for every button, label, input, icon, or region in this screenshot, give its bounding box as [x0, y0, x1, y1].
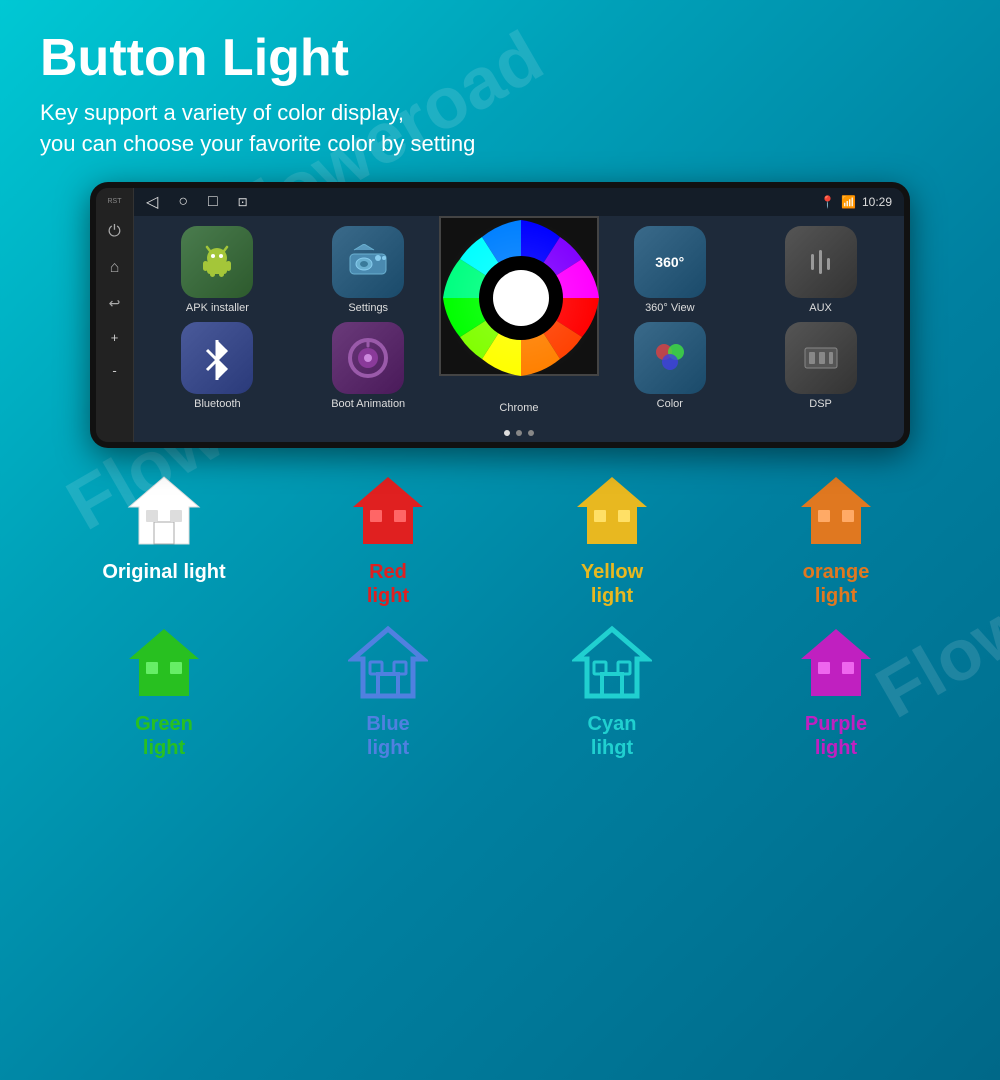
app-item-boot-anim[interactable]: Boot Animation [297, 322, 440, 414]
house-icon-purple [796, 624, 876, 704]
original-label: Original light [102, 560, 225, 584]
status-right: 📍 📶 10:29 [820, 195, 892, 209]
app-item-aux[interactable]: AUX [749, 226, 892, 314]
page-dots [134, 424, 904, 442]
light-item-blue[interactable]: Bluelight [284, 624, 492, 760]
aux-icon [785, 226, 857, 298]
app-item-bluetooth[interactable]: Bluetooth [146, 322, 289, 414]
bluetooth-icon [181, 322, 253, 394]
lights-grid: Original light Redlight Yellowlight [40, 472, 960, 760]
view360-label: 360° View [645, 302, 694, 314]
purple-label: Purplelight [805, 712, 867, 760]
apk-label: APK installer [186, 302, 249, 314]
vol-down-button[interactable]: - [112, 363, 116, 378]
screen-inner: RST ⏻ ⌂ ↩ + - ◁ ○ □ ⊡ 📍 [96, 188, 904, 442]
aux-label: AUX [809, 302, 832, 314]
dsp-icon [785, 322, 857, 394]
house-icon-original [124, 472, 204, 552]
car-screen: RST ⏻ ⌂ ↩ + - ◁ ○ □ ⊡ 📍 [90, 182, 910, 448]
side-buttons-panel: RST ⏻ ⌂ ↩ + - [96, 188, 134, 442]
signal-icon: 📶 [841, 195, 856, 209]
page-dot-3[interactable] [528, 430, 534, 436]
boot-anim-icon [332, 322, 404, 394]
android-screen: ◁ ○ □ ⊡ 📍 📶 10:29 [134, 188, 904, 442]
back-button[interactable]: ↩ [109, 295, 121, 312]
light-item-cyan[interactable]: Cyanlihgt [508, 624, 716, 760]
rst-button[interactable]: RST [108, 198, 122, 205]
recents-nav-icon[interactable]: □ [208, 193, 218, 211]
color-wheel-popup[interactable] [448, 226, 591, 414]
home-button[interactable]: ⌂ [110, 259, 120, 277]
page-title: Button Light [40, 28, 960, 88]
light-item-green[interactable]: Greenlight [60, 624, 268, 760]
green-label: Greenlight [135, 712, 193, 760]
red-label: Redlight [367, 560, 409, 608]
yellow-label: Yellowlight [581, 560, 643, 608]
bluetooth-label: Bluetooth [194, 398, 240, 410]
house-icon-orange [796, 472, 876, 552]
vol-up-button[interactable]: + [111, 330, 119, 345]
settings-icon [332, 226, 404, 298]
app-item-view360[interactable]: 360° 360° View [598, 226, 741, 314]
app-item-settings[interactable]: Settings [297, 226, 440, 314]
home-nav-icon[interactable]: ○ [178, 193, 188, 211]
house-icon-cyan [572, 624, 652, 704]
dsp-label: DSP [809, 398, 832, 410]
blue-label: Bluelight [366, 712, 409, 760]
app-item-color[interactable]: Color [598, 322, 741, 414]
nav-icons: ◁ ○ □ ⊡ [146, 192, 248, 212]
light-item-yellow[interactable]: Yellowlight [508, 472, 716, 608]
page-dot-1[interactable] [504, 430, 510, 436]
house-icon-yellow [572, 472, 652, 552]
house-icon-blue [348, 624, 428, 704]
back-nav-icon[interactable]: ◁ [146, 192, 158, 212]
color-wheel-svg [441, 218, 601, 378]
page-dot-2[interactable] [516, 430, 522, 436]
house-icon-green [124, 624, 204, 704]
apk-icon [181, 226, 253, 298]
light-item-red[interactable]: Redlight [284, 472, 492, 608]
cyan-label: Cyanlihgt [588, 712, 637, 760]
light-item-original[interactable]: Original light [60, 472, 268, 608]
light-item-purple[interactable]: Purplelight [732, 624, 940, 760]
color-icon [634, 322, 706, 394]
app-item-apk[interactable]: APK installer [146, 226, 289, 314]
color-label: Color [657, 398, 683, 410]
status-bar: ◁ ○ □ ⊡ 📍 📶 10:29 [134, 188, 904, 216]
subtitle-line2: you can choose your favorite color by se… [40, 131, 475, 156]
app-grid: APK installer [134, 216, 904, 424]
app-item-dsp[interactable]: DSP [749, 322, 892, 414]
subtitle-line1: Key support a variety of color display, [40, 100, 404, 125]
light-item-orange[interactable]: orangelight [732, 472, 940, 608]
location-icon: 📍 [820, 195, 835, 209]
clock: 10:29 [862, 195, 892, 209]
power-button[interactable]: ⏻ [108, 223, 121, 241]
orange-label: orangelight [803, 560, 870, 608]
view360-icon: 360° [634, 226, 706, 298]
boot-anim-label: Boot Animation [331, 398, 405, 410]
settings-label: Settings [348, 302, 388, 314]
subtitle: Key support a variety of color display, … [40, 98, 960, 160]
menu-nav-icon[interactable]: ⊡ [238, 195, 248, 209]
house-icon-red [348, 472, 428, 552]
